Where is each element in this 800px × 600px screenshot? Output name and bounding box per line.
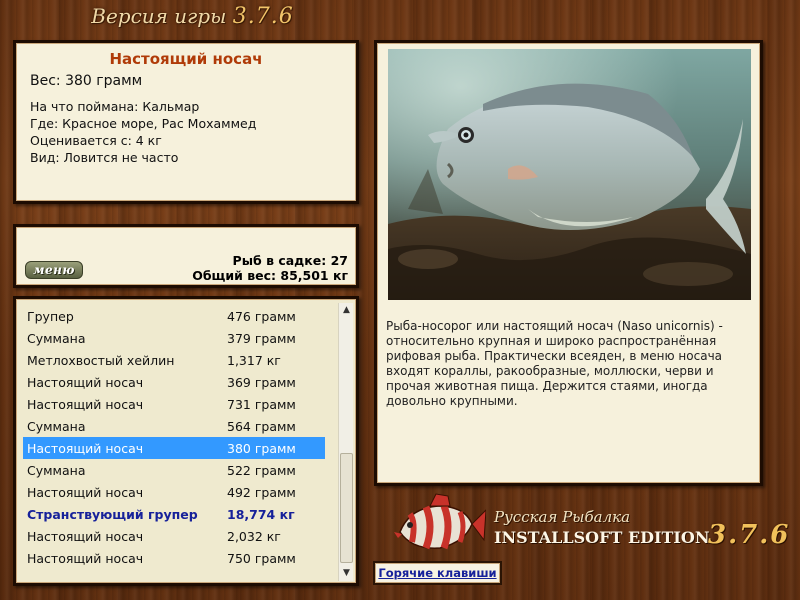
catch-summary-panel: меню Рыб в садке: 27 Общий вес: 85,501 к… [13, 224, 359, 288]
logo-version: 3.7.6 [708, 520, 791, 550]
catch-list-scrollbar[interactable]: ▲ ▼ [338, 303, 353, 581]
fish-description: Рыба-носорог или настоящий носач (Naso u… [386, 319, 723, 408]
catch-row-weight: 379 грамм [227, 331, 296, 346]
fish-photo-panel: Рыба-носорог или настоящий носач (Naso u… [374, 40, 763, 486]
logo-edition: INSTALLSOFT EDITION [494, 528, 710, 547]
catch-row-weight: 750 грамм [227, 551, 296, 566]
catch-row-weight: 522 грамм [227, 463, 296, 478]
fish-count: Рыб в садке: 27 [232, 253, 348, 268]
catch-row-weight: 564 грамм [227, 419, 296, 434]
catch-list-row[interactable]: Групер 476 грамм [23, 305, 325, 327]
catch-row-name: Настоящий носач [27, 375, 144, 390]
catch-list-row[interactable]: Суммана 522 грамм [23, 459, 325, 481]
catch-row-weight: 1,317 кг [227, 353, 281, 368]
catch-row-weight: 731 грамм [227, 397, 296, 412]
catch-list-row[interactable]: Настоящий носач 750 грамм [23, 547, 325, 569]
catch-list-row[interactable]: Суммана 564 грамм [23, 415, 325, 437]
catch-list-row[interactable]: Странствующий групер 18,774 кг [23, 503, 325, 525]
catch-summary-text: Рыб в садке: 27 Общий вес: 85,501 кг [192, 253, 348, 283]
catch-list-panel: Групер 476 грамм Суммана 379 грамм Метлохвос… [13, 296, 359, 586]
catch-row-name: Суммана [27, 419, 86, 434]
catch-list-row[interactable]: Настоящий носач 369 грамм [23, 371, 325, 393]
catch-row-name: Групер [27, 309, 74, 324]
catch-row-weight: 18,774 кг [227, 507, 295, 522]
triangle-down-icon[interactable]: ▼ [339, 566, 354, 581]
catch-row-weight: 476 грамм [227, 309, 296, 324]
detail-rarity: Вид: Ловится не часто [30, 150, 179, 165]
triangle-up-icon[interactable]: ▲ [339, 303, 354, 318]
logo-title: Русская Рыбалка [494, 508, 631, 526]
catch-row-weight: 369 грамм [227, 375, 296, 390]
detail-bait: На что поймана: Кальмар [30, 99, 200, 114]
catch-list-row[interactable]: Метлохвостый хейлин 1,317 кг [23, 349, 325, 371]
catch-row-weight: 2,032 кг [227, 529, 281, 544]
game-logo: Русская Рыбалка INSTALLSOFT EDITION 3.7.… [390, 492, 790, 560]
catch-list-row[interactable]: Настоящий носач 731 грамм [23, 393, 325, 415]
menu-button[interactable]: меню [25, 261, 83, 279]
hotkeys-button[interactable]: Горячие клавиши [373, 561, 502, 585]
detail-value-threshold: Оценивается с: 4 кг [30, 133, 162, 148]
unicornfish-illustration [388, 49, 751, 300]
fish-details: На что поймана: Кальмар Где: Красное мор… [30, 98, 342, 166]
fish-weight: Вес: 380 грамм [30, 73, 143, 89]
scrollbar-thumb[interactable] [340, 453, 353, 563]
catch-list-row[interactable]: Настоящий носач 492 грамм [23, 481, 325, 503]
version-number: 3.7.6 [232, 4, 294, 29]
catch-row-weight: 380 грамм [227, 441, 296, 456]
game-version-title: Версия игры 3.7.6 [0, 4, 385, 40]
catch-row-name: Метлохвостый хейлин [27, 353, 175, 368]
catch-row-name: Настоящий носач [27, 529, 144, 544]
fish-info-panel: Настоящий носач Вес: 380 грамм На что по… [13, 40, 359, 204]
catch-row-name: Настоящий носач [27, 397, 144, 412]
catch-row-name: Странствующий групер [27, 507, 198, 522]
catch-list-row[interactable]: Суммана 379 грамм [23, 327, 325, 349]
fish-photo [388, 49, 751, 300]
catch-list-row[interactable]: Настоящий носач 380 грамм [23, 437, 325, 459]
catch-row-name: Настоящий носач [27, 441, 144, 456]
catch-row-name: Суммана [27, 331, 86, 346]
total-weight: Общий вес: 85,501 кг [192, 268, 348, 283]
catch-row-name: Суммана [27, 463, 86, 478]
catch-row-name: Настоящий носач [27, 551, 144, 566]
logo-fish-icon [394, 493, 486, 550]
catch-list-row[interactable]: Настоящий носач 2,032 кг [23, 525, 325, 547]
detail-location: Где: Красное море, Рас Мохаммед [30, 116, 257, 131]
fish-name: Настоящий носач [109, 50, 263, 68]
catch-row-weight: 492 грамм [227, 485, 296, 500]
catch-row-name: Настоящий носач [27, 485, 144, 500]
catch-list[interactable]: Групер 476 грамм Суммана 379 грамм Метлохвос… [23, 305, 325, 569]
version-label: Версия игры [91, 4, 227, 28]
